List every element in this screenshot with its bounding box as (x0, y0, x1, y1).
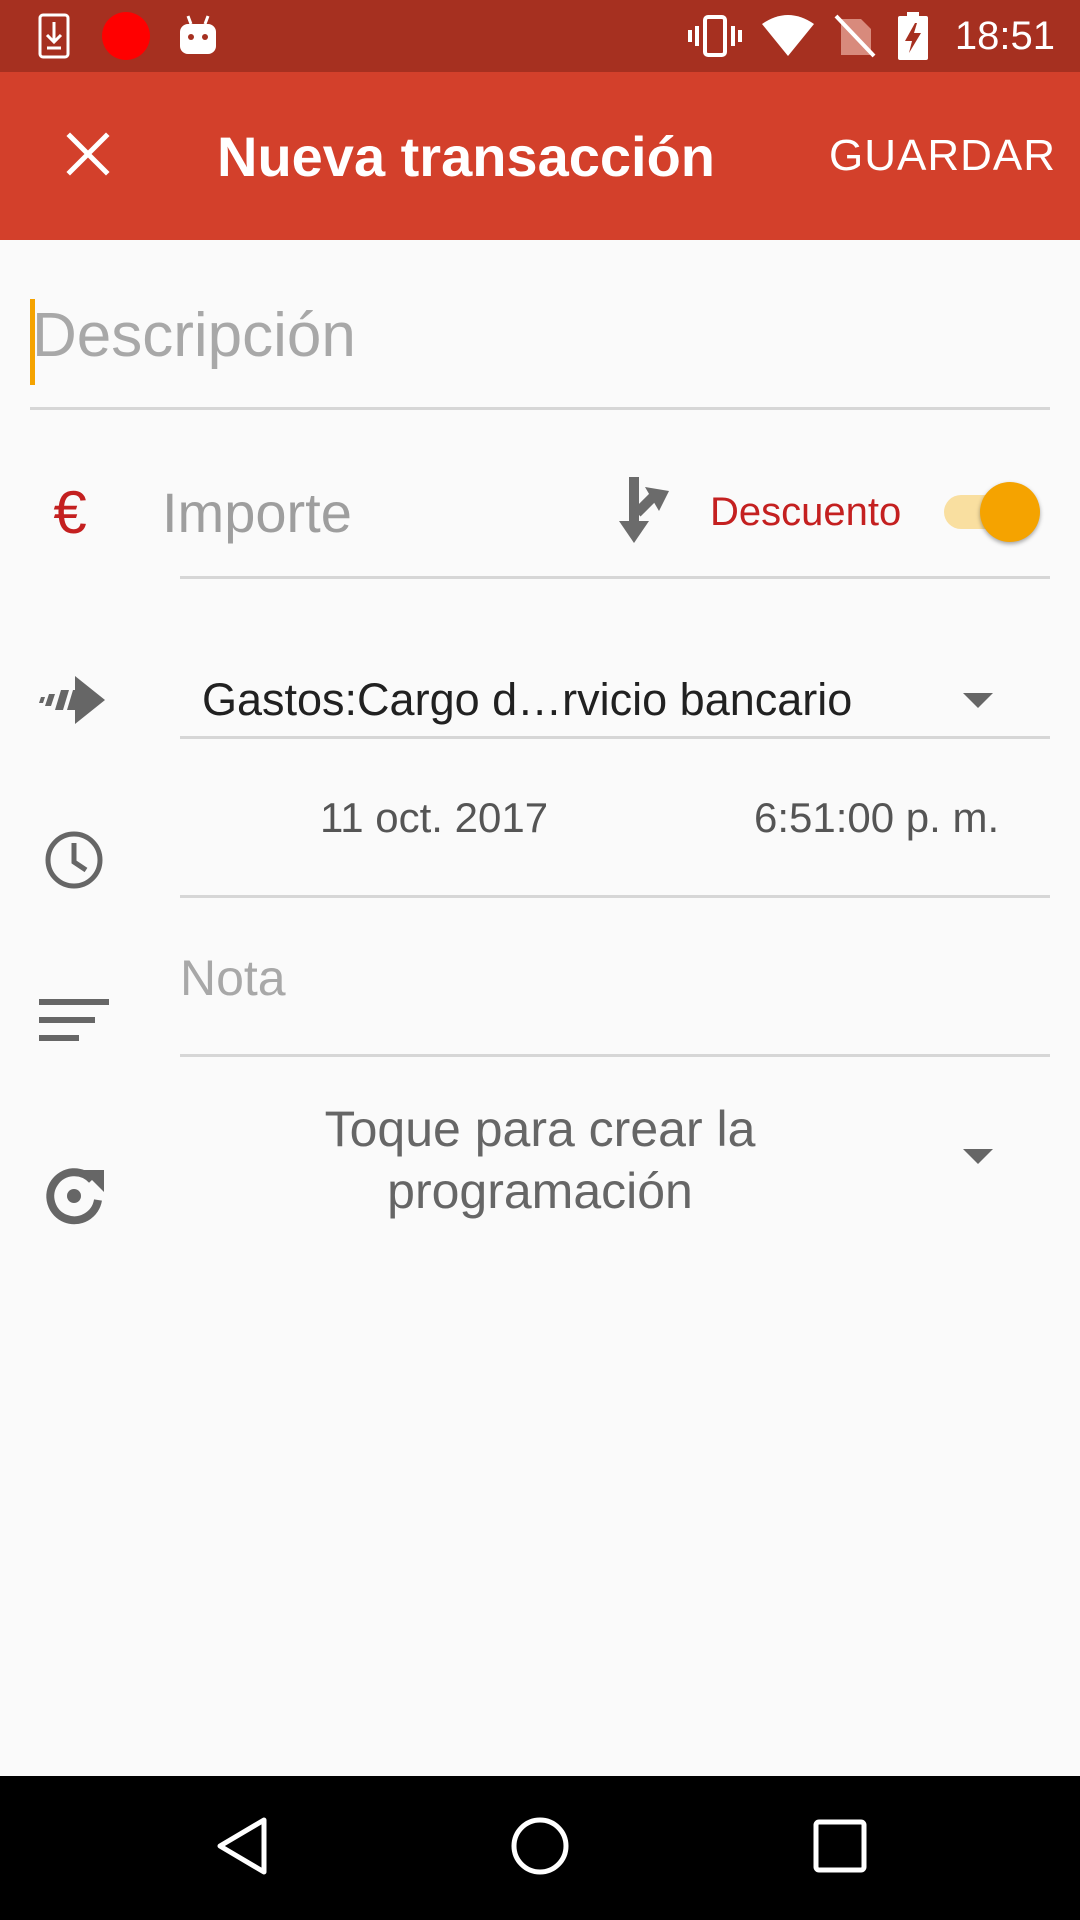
account-selected-value: Gastos:Cargo d…rvicio bancario (202, 674, 853, 725)
datetime-divider (180, 895, 1050, 898)
discount-toggle[interactable] (940, 472, 1040, 552)
close-icon (66, 131, 110, 181)
android-icon (176, 0, 220, 72)
vibrate-icon (686, 0, 744, 72)
recents-button[interactable] (792, 1800, 888, 1896)
app-bar: Nueva transacción GUARDAR (0, 72, 1080, 240)
description-input[interactable] (30, 285, 1050, 385)
account-dropdown[interactable]: Gastos:Cargo d…rvicio bancario (180, 650, 1050, 750)
back-icon (214, 1816, 270, 1881)
recurrence-icon (32, 1154, 116, 1238)
status-time: 18:51 (954, 13, 1055, 58)
schedule-button[interactable]: Toque para crear la programación (180, 1090, 900, 1230)
back-button[interactable] (194, 1800, 290, 1896)
amount-input[interactable] (162, 462, 582, 562)
transaction-form: € Descuento Gastos:Cargo d…rvicio bancar… (0, 240, 1080, 1776)
no-sim-icon (832, 0, 878, 72)
system-nav-bar (0, 1776, 1080, 1920)
home-button[interactable] (492, 1800, 588, 1896)
transfer-arrow-icon (32, 658, 116, 742)
currency-symbol[interactable]: € (40, 462, 100, 562)
battery-charging-icon (896, 0, 930, 72)
page-title: Nueva transacción (217, 124, 715, 188)
home-icon (510, 1816, 570, 1881)
schedule-chevron-down-icon[interactable] (963, 1149, 993, 1164)
chevron-down-icon (963, 693, 993, 708)
transaction-type-label: Descuento (710, 489, 902, 534)
date-picker[interactable]: 11 oct. 2017 (320, 768, 548, 868)
split-transaction-button[interactable] (610, 462, 676, 562)
close-button[interactable] (40, 108, 136, 204)
amount-divider (180, 576, 1050, 579)
recents-icon (813, 1819, 867, 1878)
download-notification-icon (34, 0, 74, 72)
status-bar: 18:51 (0, 0, 1080, 72)
schedule-line-1: Toque para crear la (324, 1101, 756, 1157)
save-button[interactable]: GUARDAR (829, 72, 1056, 240)
schedule-line-2: programación (387, 1163, 693, 1219)
time-picker[interactable]: 6:51:00 p. m. (754, 768, 999, 868)
wifi-icon (760, 0, 816, 72)
description-field-wrapper (30, 285, 1050, 410)
toggle-thumb (980, 482, 1040, 542)
note-input[interactable] (180, 928, 1040, 1028)
account-divider (180, 736, 1050, 739)
recording-dot-icon (100, 0, 152, 72)
split-arrow-icon (615, 475, 671, 550)
clock-icon (32, 818, 116, 902)
notes-icon (32, 978, 116, 1062)
note-divider (180, 1054, 1050, 1057)
